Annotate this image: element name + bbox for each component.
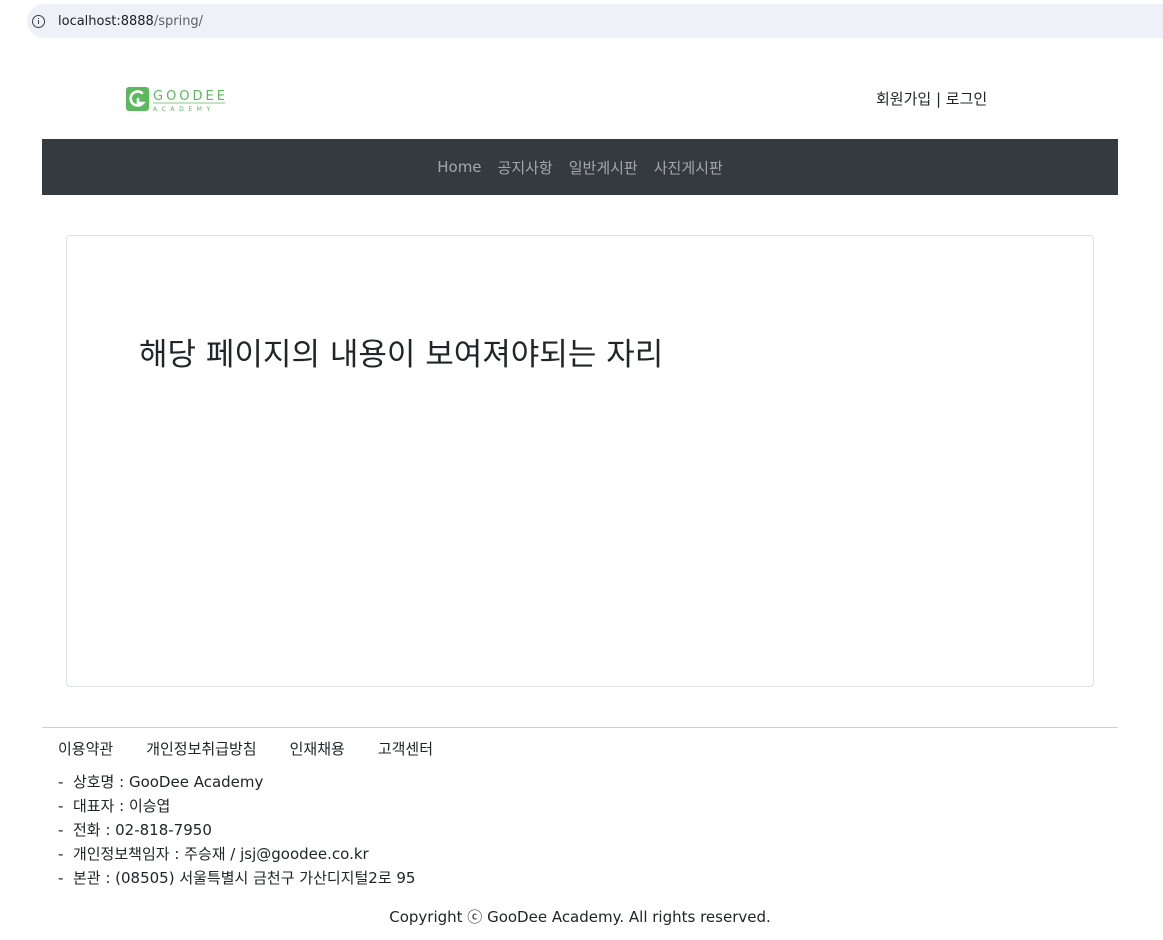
logo-subtext: ACADEMY bbox=[153, 106, 215, 113]
nav-home[interactable]: Home bbox=[429, 158, 489, 176]
nav-notice[interactable]: 공지사항 bbox=[490, 157, 561, 178]
company-address: 본관 : (08505) 서울특별시 금천구 가산디지털2로 95 bbox=[58, 866, 416, 890]
nav-board[interactable]: 일반게시판 bbox=[561, 157, 646, 178]
footer-divider bbox=[42, 727, 1118, 728]
goodee-logo[interactable]: GOODEE ACADEMY bbox=[125, 84, 227, 114]
auth-links: 회원가입 | 로그인 bbox=[876, 88, 987, 109]
footer-link-terms[interactable]: 이용약관 bbox=[58, 738, 113, 759]
company-phone: 전화 : 02-818-7950 bbox=[58, 818, 415, 842]
content-placeholder: 해당 페이지의 내용이 보여져야되는 자리 bbox=[139, 336, 664, 373]
nav-gallery[interactable]: 사진게시판 bbox=[646, 157, 731, 178]
main-navbar: Home 공지사항 일반게시판 사진게시판 bbox=[42, 139, 1118, 195]
copyright: Copyright ⓒ GooDee Academy. All rights r… bbox=[389, 908, 771, 926]
company-privacy-officer: 개인정보책임자 : 주승재 / jsj@goodee.co.kr bbox=[58, 842, 415, 866]
signup-link[interactable]: 회원가입 bbox=[876, 90, 931, 108]
address-bar[interactable]: localhost:8888/spring/ bbox=[27, 4, 1163, 38]
login-link[interactable]: 로그인 bbox=[946, 90, 987, 108]
content-card: 해당 페이지의 내용이 보여져야되는 자리 bbox=[66, 235, 1094, 687]
url-text[interactable]: localhost:8888/spring/ bbox=[58, 14, 203, 29]
auth-separator: | bbox=[931, 90, 946, 108]
company-name: 상호명 : GooDee Academy bbox=[58, 770, 415, 794]
footer-links: 이용약관 개인정보취급방침 인재채용 고객센터 bbox=[58, 738, 466, 759]
footer-link-careers[interactable]: 인재채용 bbox=[290, 738, 345, 759]
footer-link-privacy[interactable]: 개인정보취급방침 bbox=[146, 738, 256, 759]
company-info: 상호명 : GooDee Academy 대표자 : 이승엽 전화 : 02-8… bbox=[58, 770, 416, 890]
footer-link-support[interactable]: 고객센터 bbox=[378, 738, 433, 759]
info-icon[interactable] bbox=[32, 14, 45, 28]
company-ceo: 대표자 : 이승엽 bbox=[58, 794, 415, 818]
logo-text: GOODEE bbox=[153, 89, 227, 104]
